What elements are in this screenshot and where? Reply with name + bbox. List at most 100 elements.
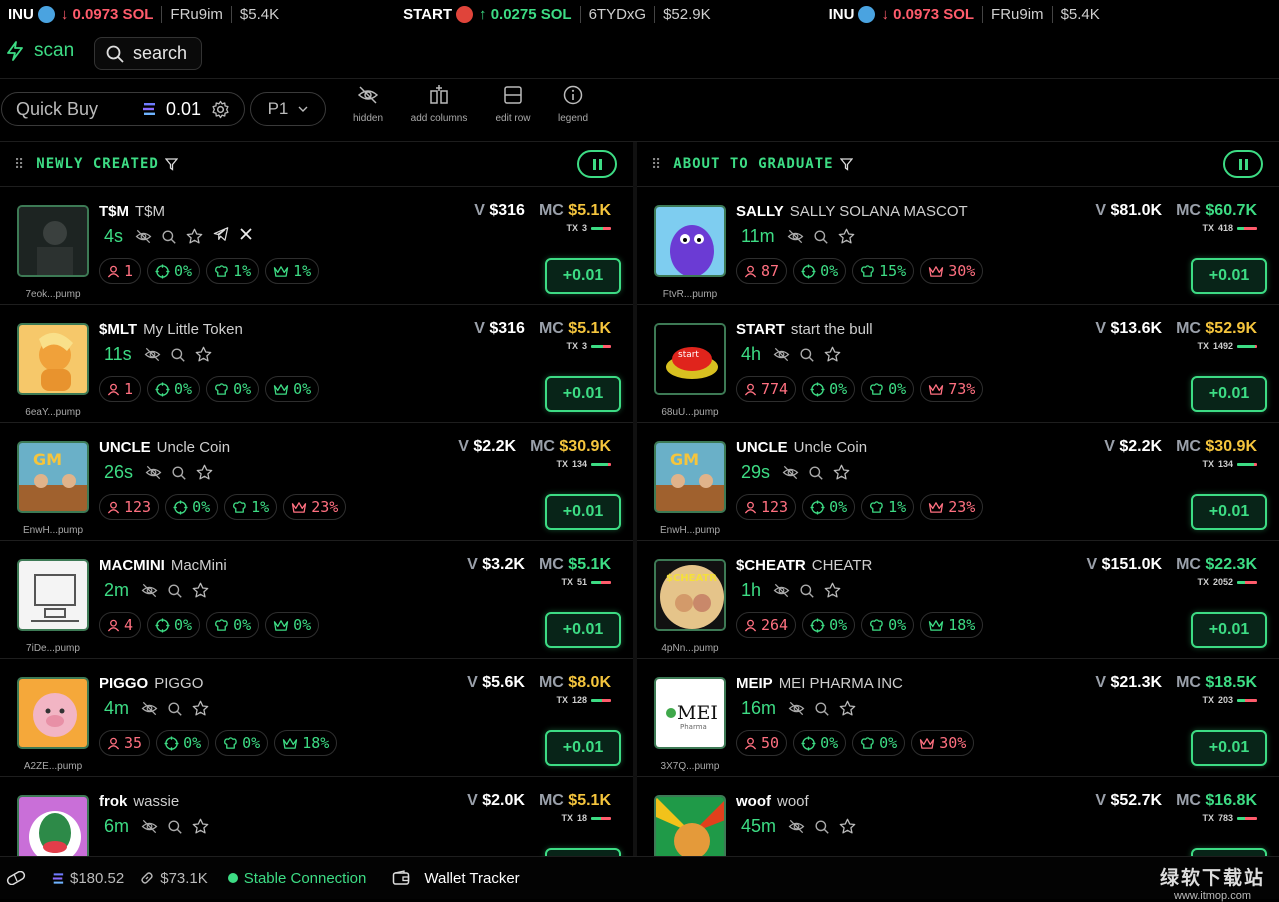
token-image[interactable] [17,323,89,395]
token-name[interactable]: $CHEATR CHEATR [736,557,872,574]
token-image[interactable] [17,205,89,277]
token-image[interactable]: GM [654,441,726,513]
quick-buy-amount[interactable]: 0.01 [166,99,201,120]
pause-button[interactable] [1223,150,1263,178]
token-image[interactable] [17,795,89,856]
quick-buy-button[interactable]: +0.01 [545,848,621,856]
telegram-icon[interactable] [213,226,229,247]
token-name[interactable]: START start the bull [736,321,873,338]
preset-select[interactable]: P1 [250,92,326,126]
star-icon[interactable] [824,582,841,599]
token-image[interactable] [654,795,726,856]
hidden-button[interactable]: hidden [333,84,403,124]
token-address[interactable]: EnwH...pump [8,525,98,536]
token-address[interactable]: 4pNn...pump [645,643,735,654]
token-row[interactable]: A2ZE...pump PIGGO PIGGO 4m 35 0% 0% 18% V $5.6K M… [0,658,633,776]
search-icon[interactable] [172,465,186,480]
search-icon[interactable] [171,347,185,362]
token-name[interactable]: PIGGO PIGGO [99,675,203,692]
star-icon[interactable] [824,346,841,363]
drag-handle-icon[interactable]: ⠿ [651,156,661,173]
search-icon[interactable] [809,465,823,480]
token-image[interactable] [17,677,89,749]
token-row[interactable]: FtvR...pump SALLY SALLY SOLANA MASCOT 11m 87… [637,186,1279,304]
token-address[interactable]: 6eaY...pump [8,407,98,418]
eye-off-icon[interactable] [773,582,790,599]
search-icon[interactable] [168,701,182,716]
eye-off-icon[interactable] [787,228,804,245]
eye-off-icon[interactable] [788,818,805,835]
star-icon[interactable] [186,228,203,245]
quick-buy-button[interactable]: +0.01 [1191,612,1267,648]
token-address[interactable]: FtvR...pump [645,289,735,300]
token-name[interactable]: MACMINI MacMini [99,557,227,574]
token-name[interactable]: T$M T$M [99,203,165,220]
token-image[interactable]: $CHEATR [654,559,726,631]
quick-buy-button[interactable]: +0.01 [1191,258,1267,294]
quick-buy-button[interactable]: +0.01 [545,730,621,766]
search-button[interactable]: search [94,37,202,70]
token-image[interactable] [654,205,726,277]
eye-off-icon[interactable] [141,818,158,835]
token-name[interactable]: UNCLE Uncle Coin [736,439,867,456]
eye-off-icon[interactable] [141,582,158,599]
token-name[interactable]: MEIP MEI PHARMA INC [736,675,903,692]
pill-icon[interactable] [6,871,26,885]
scan-button[interactable]: scan [6,40,74,62]
token-image[interactable]: start [654,323,726,395]
token-row[interactable]: MEI Pharma 3X7Q...pump MEIP MEI PHARMA INC 16… [637,658,1279,776]
search-icon[interactable] [168,819,182,834]
search-icon[interactable] [162,229,176,244]
star-icon[interactable] [839,700,856,717]
search-icon[interactable] [168,583,182,598]
star-icon[interactable] [192,582,209,599]
wallet-tracker-button[interactable]: Wallet Tracker [392,870,520,887]
token-image[interactable]: MEI Pharma [654,677,726,749]
star-icon[interactable] [192,700,209,717]
token-row[interactable]: woofwoof45mV $52.7KMC $16.8KTX 783+0.01 [637,776,1279,856]
eye-off-icon[interactable] [145,464,162,481]
token-address[interactable]: EnwH...pump [645,525,735,536]
x-icon[interactable] [239,227,253,246]
token-name[interactable]: SALLY SALLY SOLANA MASCOT [736,203,968,220]
add-columns-button[interactable]: add columns [404,84,474,124]
search-icon[interactable] [814,229,828,244]
quick-buy-button[interactable]: +0.01 [1191,494,1267,530]
token-row[interactable]: GM EnwH...pump UNCLE Uncle Coin 29s 123 0% 1% 23… [637,422,1279,540]
token-address[interactable]: A2ZE...pump [8,761,98,772]
ticker-item[interactable]: INU ↓ 0.0973 SOL FRu9im $5.4K [8,5,287,23]
star-icon[interactable] [833,464,850,481]
star-icon[interactable] [195,346,212,363]
search-icon[interactable] [800,347,814,362]
token-image[interactable]: GM [17,441,89,513]
token-address[interactable]: 3X7Q...pump [645,761,735,772]
token-name[interactable]: $MLT My Little Token [99,321,243,338]
token-name[interactable]: UNCLE Uncle Coin [99,439,230,456]
quick-buy-control[interactable]: Quick Buy 0.01 [1,92,245,126]
eye-off-icon[interactable] [144,346,161,363]
star-icon[interactable] [839,818,856,835]
search-icon[interactable] [815,819,829,834]
token-row[interactable]: 6eaY...pump $MLT My Little Token 11s 1 0% 0% 0%… [0,304,633,422]
token-address[interactable]: 7eok...pump [8,289,98,300]
eye-off-icon[interactable] [135,228,152,245]
token-row[interactable]: GM EnwH...pump UNCLE Uncle Coin 26s 123 0% 1% 23… [0,422,633,540]
token-address[interactable]: 68uU...pump [645,407,735,418]
quick-buy-button[interactable]: +0.01 [1191,848,1267,856]
token-row[interactable]: 7iDe...pump MACMINI MacMini 2m 4 0% 0% 0% V $3.2… [0,540,633,658]
ticker-item[interactable]: INU ↓ 0.0973 SOL FRu9im $5.4K [829,5,1108,23]
quick-buy-button[interactable]: +0.01 [545,376,621,412]
token-row[interactable]: 7eok...pump T$M T$M 4s 1 0% 1% 1% V $316 MC $5.1K… [0,186,633,304]
eye-off-icon[interactable] [773,346,790,363]
token-row[interactable]: $CHEATR 4pNn...pump $CHEATR CHEATR 1h 264 0% 0%… [637,540,1279,658]
token-name[interactable]: frok wassie [99,793,179,810]
quick-buy-button[interactable]: +0.01 [545,612,621,648]
quick-buy-button[interactable]: +0.01 [1191,376,1267,412]
legend-button[interactable]: legend [538,84,608,124]
star-icon[interactable] [196,464,213,481]
filter-icon[interactable] [839,157,853,171]
token-address[interactable]: 7iDe...pump [8,643,98,654]
eye-off-icon[interactable] [782,464,799,481]
drag-handle-icon[interactable]: ⠿ [14,156,24,173]
token-name[interactable]: woof woof [736,793,809,810]
